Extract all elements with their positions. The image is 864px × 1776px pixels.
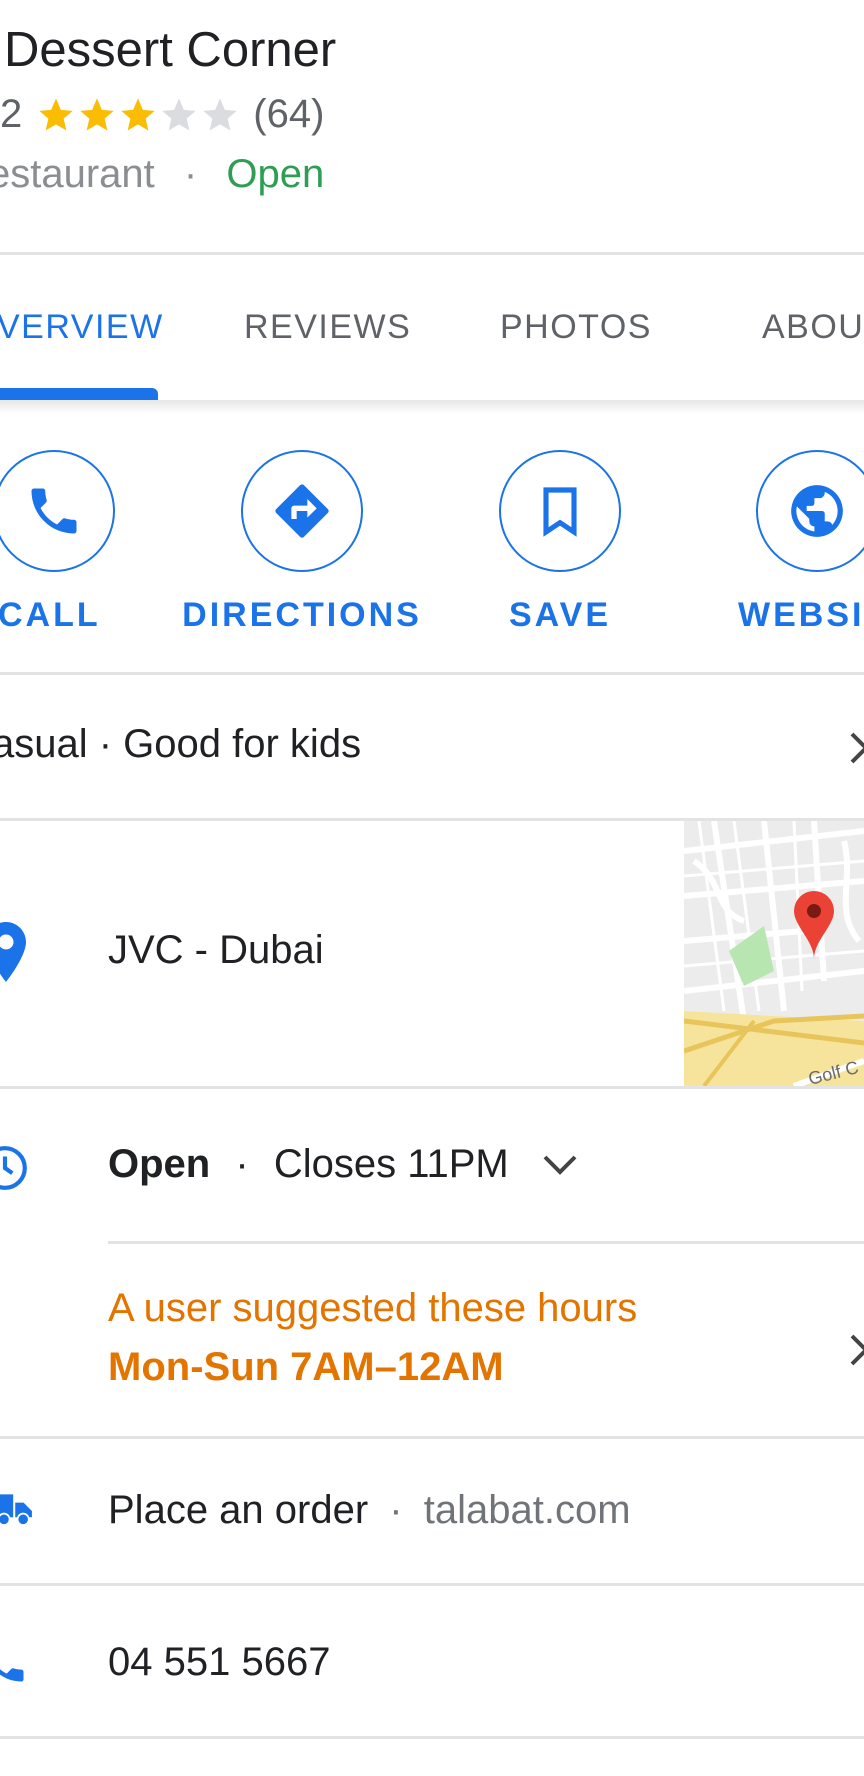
- directions-button[interactable]: DIRECTIONS: [182, 450, 422, 635]
- rating-value: 2: [0, 92, 23, 136]
- save-button[interactable]: SAVE: [480, 450, 640, 635]
- directions-button-circle: [241, 450, 363, 572]
- phone-icon: [0, 1668, 24, 1682]
- separator-dot: ·: [235, 1142, 249, 1186]
- rating-row[interactable]: 2 (64): [0, 92, 324, 137]
- tab-bar-shadow: [0, 400, 864, 414]
- open-status: Open: [226, 152, 325, 196]
- hours-open-status: Open: [108, 1142, 211, 1186]
- divider: [0, 1436, 864, 1439]
- suggestion-title: A user suggested these hours: [108, 1286, 638, 1330]
- bookmark-icon: [543, 487, 577, 537]
- order-provider: talabat.com: [423, 1488, 631, 1532]
- star-filled-icon: [80, 97, 114, 130]
- separator-dot: ·: [389, 1488, 403, 1532]
- hours-summary[interactable]: Open · Closes 11PM: [108, 1142, 509, 1187]
- suggested-hours[interactable]: A user suggested these hours Mon-Sun 7AM…: [108, 1286, 637, 1390]
- divider: [0, 1086, 864, 1089]
- order-label: Place an order: [108, 1488, 369, 1532]
- website-label: WEBSIT: [738, 596, 864, 634]
- divider: [0, 672, 864, 675]
- divider: [0, 1583, 864, 1586]
- attributes-text: asual · Good for kids: [0, 722, 362, 766]
- star-empty-icon: [162, 97, 196, 130]
- tab-bar: VERVIEW REVIEWS PHOTOS ABOUT: [0, 256, 864, 400]
- star-filled-icon: [121, 97, 155, 130]
- map-thumbnail[interactable]: Golf C: [684, 821, 864, 1086]
- clock-icon: [0, 1146, 27, 1190]
- review-count: (64): [253, 92, 325, 136]
- separator-dot: ·: [183, 152, 198, 196]
- divider: [0, 252, 864, 255]
- star-filled-icon: [39, 97, 73, 130]
- phone-icon: [31, 488, 77, 534]
- chevron-down-icon[interactable]: [541, 1152, 579, 1178]
- call-button[interactable]: CALL: [0, 450, 124, 635]
- divider: [108, 1241, 864, 1244]
- tab-reviews[interactable]: REVIEWS: [244, 308, 411, 347]
- tab-overview[interactable]: VERVIEW: [0, 308, 164, 347]
- place-title: Dessert Corner: [4, 23, 337, 77]
- star-empty-icon: [203, 97, 237, 130]
- directions-icon: [275, 484, 329, 538]
- active-tab-indicator: [0, 388, 158, 400]
- map-image: [684, 821, 864, 1086]
- category-label: estaurant: [0, 152, 155, 196]
- divider: [0, 1736, 864, 1739]
- website-button-circle: [756, 450, 864, 572]
- star-rating: [36, 95, 241, 135]
- location-pin-icon: [0, 922, 26, 982]
- tab-about[interactable]: ABOUT: [762, 308, 864, 347]
- address-text[interactable]: JVC - Dubai: [108, 928, 324, 973]
- website-button[interactable]: WEBSIT: [736, 450, 864, 635]
- tab-photos[interactable]: PHOTOS: [500, 308, 652, 347]
- save-label: SAVE: [508, 596, 612, 634]
- delivery-truck-icon: [0, 1494, 32, 1525]
- save-button-circle: [499, 450, 621, 572]
- globe-icon: [791, 485, 843, 537]
- suggestion-hours: Mon-Sun 7AM–12AM: [108, 1345, 504, 1389]
- order-row[interactable]: Place an order · talabat.com: [108, 1488, 631, 1533]
- call-button-circle: [0, 450, 115, 572]
- directions-label: DIRECTIONS: [182, 596, 422, 634]
- category-row: estaurant · Open: [0, 152, 324, 197]
- chevron-right-icon[interactable]: [848, 728, 864, 768]
- chevron-right-icon[interactable]: [848, 1330, 864, 1370]
- closing-time: Closes 11PM: [273, 1142, 509, 1186]
- phone-number[interactable]: 04 551 5667: [108, 1640, 330, 1685]
- call-label: CALL: [0, 596, 101, 634]
